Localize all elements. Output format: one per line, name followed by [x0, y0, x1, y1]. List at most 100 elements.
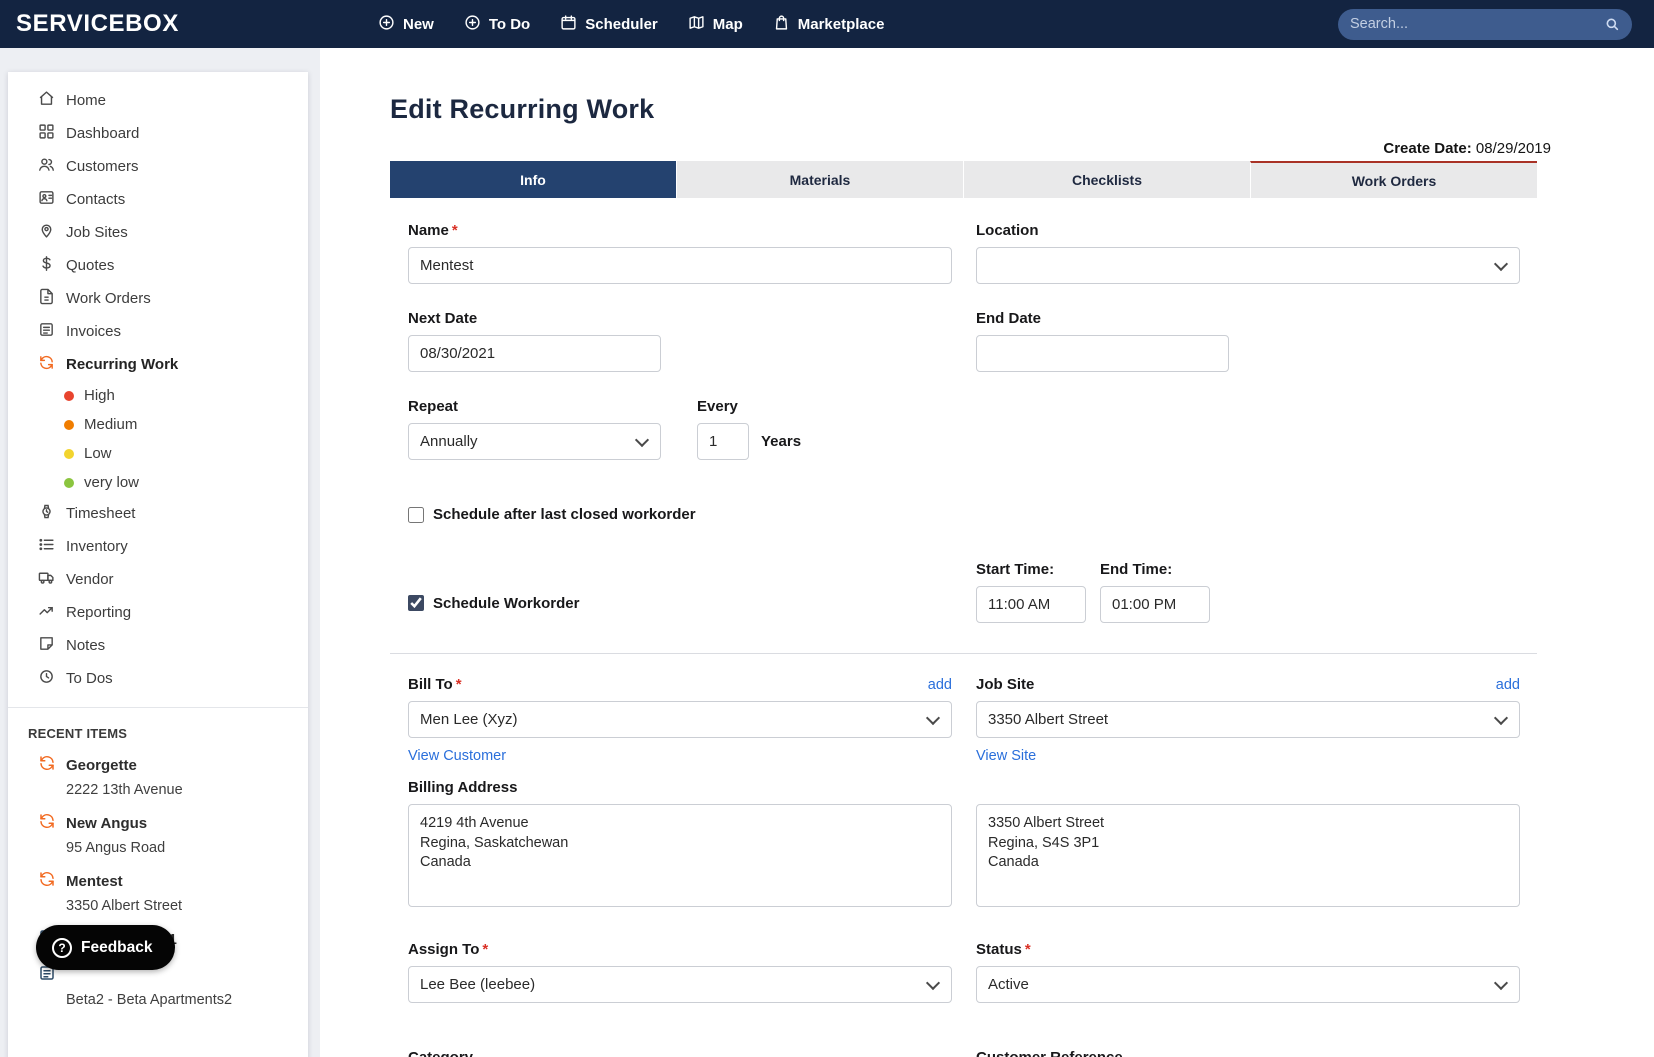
recent-item-subtitle: 95 Angus Road — [66, 840, 166, 856]
sidebar-item-contacts[interactable]: Contacts — [8, 183, 308, 216]
required-asterisk: * — [451, 222, 458, 239]
page-title: Edit Recurring Work — [390, 94, 655, 124]
job-site-add-link[interactable]: add — [1496, 677, 1520, 693]
tab-checklists[interactable]: Checklists — [963, 161, 1250, 198]
contacts-icon — [38, 189, 55, 210]
nav-item-marketplace[interactable]: Marketplace — [773, 14, 885, 35]
recent-item-subtitle: Beta2 - Beta Apartments2 — [66, 992, 233, 1008]
customer-reference-label: Customer Reference — [976, 1049, 1520, 1057]
repeat-select[interactable]: Annually — [408, 423, 661, 460]
sidebar-item-label: Customers — [66, 158, 139, 175]
sidebar-item-label: Recurring Work — [66, 356, 179, 373]
nav-item-label: New — [403, 15, 434, 33]
section-divider — [390, 653, 1537, 654]
sidebar-item-recurring-work[interactable]: Recurring Work — [8, 348, 308, 381]
brand-logo[interactable]: SERVICEBOX — [0, 10, 378, 38]
dashboard-icon — [38, 123, 55, 144]
sidebar-item-priority-high[interactable]: High — [8, 381, 308, 410]
home-icon — [38, 90, 55, 111]
nav-item-scheduler[interactable]: Scheduler — [560, 14, 658, 35]
sidebar-item-vendor[interactable]: Vendor — [8, 563, 308, 596]
watch-icon — [38, 503, 55, 524]
start-time-field[interactable] — [976, 586, 1086, 623]
sidebar-item-to-dos[interactable]: To Dos — [8, 662, 308, 695]
list-icon — [38, 536, 55, 557]
priority-dot — [64, 448, 74, 459]
nav-item-label: Marketplace — [797, 15, 885, 33]
sidebar-item-notes[interactable]: Notes — [8, 629, 308, 662]
assign-to-label: Assign To * — [408, 941, 489, 958]
feedback-button[interactable]: ? Feedback — [36, 925, 175, 970]
sidebar-item-priority-medium[interactable]: Medium — [8, 410, 308, 439]
schedule-workorder-checkbox[interactable] — [408, 595, 424, 611]
main-nav: New To Do Scheduler Map Marketplace — [378, 14, 884, 35]
recent-item-mentest[interactable]: Mentest 3350 Albert Street — [8, 865, 308, 919]
search-icon[interactable] — [1604, 16, 1620, 32]
end-time-field[interactable] — [1100, 586, 1210, 623]
view-customer-link[interactable]: View Customer — [408, 748, 506, 764]
sidebar-item-work-orders[interactable]: Work Orders — [8, 282, 308, 315]
required-asterisk: * — [455, 676, 462, 693]
status-select[interactable]: Active — [976, 966, 1520, 1003]
billing-address-label: Billing Address — [408, 779, 518, 796]
sidebar-item-timesheet[interactable]: Timesheet — [8, 497, 308, 530]
sidebar-item-label: Job Sites — [66, 224, 128, 241]
schedule-after-checkbox[interactable] — [408, 506, 424, 523]
schedule-after-label[interactable]: Schedule after last closed workorder — [433, 506, 696, 523]
repeat-label: Repeat — [408, 398, 459, 415]
sidebar-item-reporting[interactable]: Reporting — [8, 596, 308, 629]
priority-dot — [64, 390, 74, 401]
invoice-icon — [38, 321, 55, 342]
sidebar-item-job-sites[interactable]: Job Sites — [8, 216, 308, 249]
sidebar-item-inventory[interactable]: Inventory — [8, 530, 308, 563]
tab-materials[interactable]: Materials — [676, 161, 963, 198]
tab-work-orders[interactable]: Work Orders — [1250, 161, 1537, 198]
sidebar-item-dashboard[interactable]: Dashboard — [8, 117, 308, 150]
job-site-label: Job Site — [976, 676, 1035, 693]
name-field[interactable] — [408, 247, 952, 284]
bill-to-add-link[interactable]: add — [928, 677, 952, 693]
sidebar-item-label: Reporting — [66, 604, 132, 621]
sidebar-item-invoices[interactable]: Invoices — [8, 315, 308, 348]
required-asterisk: * — [482, 941, 489, 958]
sidebar: Home Dashboard Customers Contacts Job Si… — [8, 72, 308, 1057]
site-address-field[interactable]: 3350 Albert Street Regina, S4S 3P1 Canad… — [976, 804, 1520, 907]
every-unit-label: Years — [761, 433, 802, 450]
sidebar-item-quotes[interactable]: Quotes — [8, 249, 308, 282]
plus-circle-icon — [464, 14, 481, 35]
sidebar-item-priority-very-low[interactable]: very low — [8, 468, 308, 497]
every-field[interactable] — [697, 423, 749, 460]
tab-info[interactable]: Info — [390, 161, 676, 198]
sidebar-item-customers[interactable]: Customers — [8, 150, 308, 183]
sidebar-item-label: Inventory — [66, 538, 128, 555]
next-date-field[interactable] — [408, 335, 661, 372]
sidebar-item-label: Invoices — [66, 323, 122, 340]
sidebar-item-label: Timesheet — [66, 505, 136, 522]
note-icon — [38, 635, 55, 656]
nav-item-new[interactable]: New — [378, 14, 434, 35]
billing-address-field[interactable]: 4219 4th Avenue Regina, Saskatchewan Can… — [408, 804, 952, 907]
end-date-field[interactable] — [976, 335, 1229, 372]
recent-item-georgette[interactable]: Georgette 2222 13th Avenue — [8, 749, 308, 803]
top-navbar: SERVICEBOX New To Do Scheduler Map Marke… — [0, 0, 1654, 48]
nav-item-label: Scheduler — [585, 15, 658, 33]
sidebar-item-home[interactable]: Home — [8, 84, 308, 117]
schedule-workorder-label[interactable]: Schedule Workorder — [433, 595, 579, 612]
main-content: Edit Recurring Work Create Date: 08/29/2… — [390, 48, 1551, 1057]
assign-to-select[interactable]: Lee Bee (leebee) — [408, 966, 952, 1003]
search-input[interactable] — [1350, 16, 1604, 32]
recurring-icon — [38, 812, 56, 834]
location-select[interactable] — [976, 247, 1520, 284]
sidebar-item-priority-low[interactable]: Low — [8, 439, 308, 468]
location-label: Location — [976, 222, 1039, 239]
recurring-icon — [38, 870, 56, 892]
clock-icon — [38, 668, 55, 689]
job-site-select[interactable]: 3350 Albert Street — [976, 701, 1520, 738]
nav-item-map[interactable]: Map — [688, 14, 743, 35]
nav-item-todo[interactable]: To Do — [464, 14, 530, 35]
recent-item-new-angus[interactable]: New Angus 95 Angus Road — [8, 807, 308, 861]
sidebar-item-label: Notes — [66, 637, 106, 654]
global-search — [1338, 8, 1632, 40]
view-site-link[interactable]: View Site — [976, 748, 1036, 764]
bill-to-select[interactable]: Men Lee (Xyz) — [408, 701, 952, 738]
